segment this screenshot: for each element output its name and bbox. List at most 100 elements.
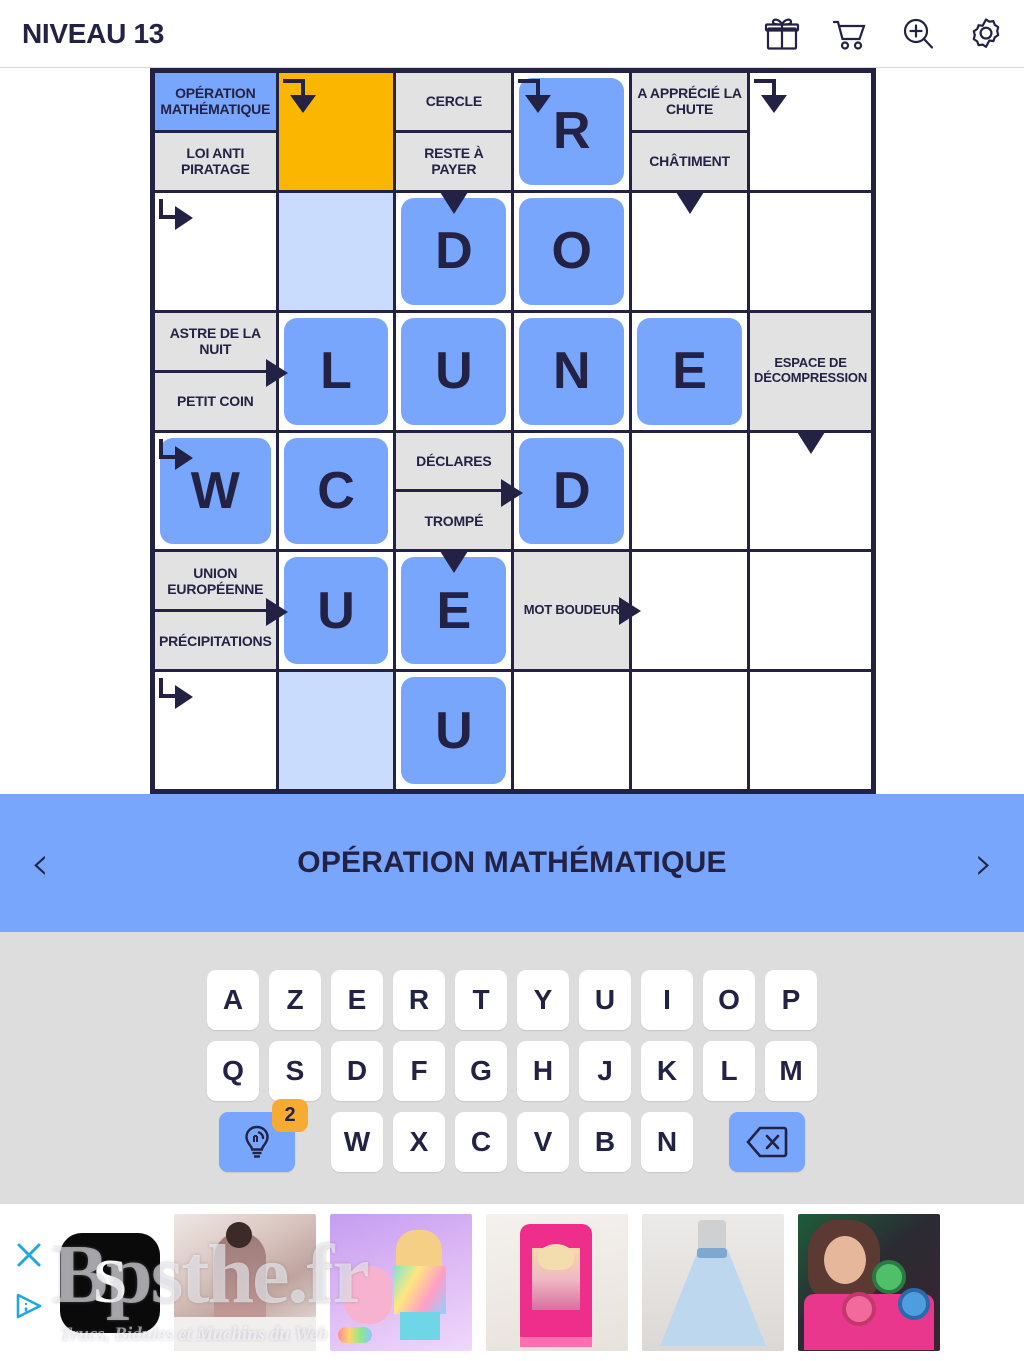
grid-highlighted-cell[interactable] (278, 672, 394, 789)
key-i[interactable]: I (641, 970, 693, 1030)
grid-letter-cell[interactable]: E (396, 551, 512, 670)
hint-button[interactable]: 2 (219, 1099, 308, 1172)
clue-text[interactable]: ESPACE DE DÉCOMPRESSION (750, 312, 871, 430)
arrow-hook-right-icon (157, 197, 199, 244)
grid-active-cell[interactable] (278, 73, 394, 190)
key-u[interactable]: U (579, 970, 631, 1030)
grid-clue-cell[interactable]: A APPRÉCIÉ LA CHUTE CHÂTIMENT (632, 73, 748, 190)
key-d[interactable]: D (331, 1041, 383, 1101)
grid-letter-cell[interactable]: O (514, 192, 630, 310)
key-o[interactable]: O (703, 970, 755, 1030)
grid-highlighted-cell[interactable] (278, 192, 394, 310)
clue-text[interactable]: ASTRE DE LA NUIT (155, 312, 276, 370)
grid-letter-cell[interactable]: N (514, 312, 630, 430)
grid-empty-cell[interactable] (750, 552, 871, 670)
keyboard-row: AZERTYUIOP (207, 970, 817, 1030)
close-icon[interactable] (14, 1240, 44, 1275)
grid-clue-cell[interactable]: CERCLE RESTE À PAYER (396, 73, 512, 190)
grid-empty-cell[interactable] (632, 432, 748, 550)
clue-text[interactable]: CHÂTIMENT (632, 132, 748, 190)
crossword-grid[interactable]: OPÉRATION MATHÉMATIQUE LOI ANTI PIRATAGE C… (155, 73, 871, 789)
clue-text[interactable]: PETIT COIN (155, 372, 276, 430)
ad-thumbnail-5[interactable] (798, 1214, 940, 1351)
cart-icon[interactable] (830, 14, 870, 54)
grid-empty-cell[interactable] (632, 552, 748, 670)
ad-thumbnail-4[interactable] (642, 1214, 784, 1351)
key-t[interactable]: T (455, 970, 507, 1030)
clue-text[interactable]: MOT BOUDEUR (514, 552, 630, 670)
key-h[interactable]: H (517, 1041, 569, 1101)
grid-empty-cell[interactable] (750, 73, 871, 190)
clue-text[interactable]: UNION EUROPÉENNE (155, 552, 276, 610)
backspace-icon (746, 1126, 788, 1158)
grid-letter-cell[interactable]: E (632, 312, 748, 430)
on-screen-keyboard[interactable]: AZERTYUIOP QSDFGHJKLM 2WXCVBN (0, 932, 1024, 1204)
grid-letter-cell[interactable]: U (278, 552, 394, 670)
prev-clue-button[interactable]: ‹ (0, 840, 80, 886)
grid-letter-cell[interactable]: C (278, 432, 394, 550)
key-x[interactable]: X (393, 1112, 445, 1172)
key-c[interactable]: C (455, 1112, 507, 1172)
grid-empty-cell[interactable] (750, 431, 871, 550)
key-v[interactable]: V (517, 1112, 569, 1172)
grid-empty-cell[interactable] (155, 672, 276, 789)
clue-text[interactable]: LOI ANTI PIRATAGE (155, 132, 276, 190)
ad-thumbnail-3[interactable] (486, 1214, 628, 1351)
grid-empty-cell[interactable] (632, 672, 748, 789)
grid-clue-cell[interactable]: OPÉRATION MATHÉMATIQUE LOI ANTI PIRATAGE (155, 73, 276, 190)
clue-text[interactable]: CERCLE (396, 73, 512, 130)
key-m[interactable]: M (765, 1041, 817, 1101)
key-e[interactable]: E (331, 970, 383, 1030)
key-f[interactable]: F (393, 1041, 445, 1101)
key-g[interactable]: G (455, 1041, 507, 1101)
zoom-in-icon[interactable] (898, 14, 938, 54)
grid-clue-cell[interactable]: MOT BOUDEUR (514, 552, 642, 670)
ad-info-icon[interactable] (14, 1291, 44, 1326)
ad-banner[interactable]: S (0, 1204, 1024, 1361)
grid-empty-cell[interactable] (155, 192, 276, 310)
letter-tile: U (283, 557, 389, 665)
gift-icon[interactable] (762, 14, 802, 54)
grid-clue-cell[interactable]: DÉCLARES TROMPÉ (396, 432, 524, 550)
grid-letter-cell[interactable]: U (396, 312, 512, 430)
grid-clue-cell[interactable]: ESPACE DE DÉCOMPRESSION (750, 312, 871, 430)
grid-clue-cell[interactable]: ASTRE DE LA NUIT PETIT COIN (155, 312, 288, 430)
key-b[interactable]: B (579, 1112, 631, 1172)
clue-text[interactable]: A APPRÉCIÉ LA CHUTE (632, 73, 748, 130)
key-p[interactable]: P (765, 970, 817, 1030)
ad-controls (0, 1204, 58, 1361)
key-l[interactable]: L (703, 1041, 755, 1101)
key-k[interactable]: K (641, 1041, 693, 1101)
grid-letter-cell[interactable]: L (278, 312, 394, 430)
key-z[interactable]: Z (269, 970, 321, 1030)
grid-letter-cell[interactable]: D (514, 432, 630, 550)
key-q[interactable]: Q (207, 1041, 259, 1101)
gear-icon[interactable] (966, 14, 1006, 54)
key-w[interactable]: W (331, 1112, 383, 1172)
clue-text[interactable]: RESTE À PAYER (396, 132, 512, 190)
clue-text[interactable]: PRÉCIPITATIONS (155, 612, 276, 670)
key-y[interactable]: Y (517, 970, 569, 1030)
key-s[interactable]: S (269, 1041, 321, 1101)
clue-text[interactable]: TROMPÉ (396, 492, 512, 550)
key-r[interactable]: R (393, 970, 445, 1030)
clue-box: ESPACE DE DÉCOMPRESSION (750, 312, 871, 430)
ad-thumbnail-2[interactable] (330, 1214, 472, 1351)
grid-letter-cell[interactable]: W (155, 432, 276, 550)
grid-letter-cell[interactable]: U (396, 672, 512, 789)
ad-thumbnail-1[interactable] (174, 1214, 316, 1351)
clue-text[interactable]: OPÉRATION MATHÉMATIQUE (155, 73, 276, 130)
next-clue-button[interactable]: › (944, 840, 1024, 886)
grid-letter-cell[interactable]: D (396, 191, 512, 310)
key-j[interactable]: J (579, 1041, 631, 1101)
key-a[interactable]: A (207, 970, 259, 1030)
grid-empty-cell[interactable] (632, 191, 748, 310)
key-n[interactable]: N (641, 1112, 693, 1172)
grid-empty-cell[interactable] (750, 672, 871, 789)
grid-empty-cell[interactable] (514, 672, 630, 789)
grid-letter-cell[interactable]: R (514, 73, 630, 190)
backspace-button[interactable] (729, 1112, 805, 1172)
clue-text[interactable]: DÉCLARES (396, 432, 512, 490)
grid-empty-cell[interactable] (750, 192, 871, 310)
grid-clue-cell[interactable]: UNION EUROPÉENNE PRÉCIPITATIONS (155, 552, 288, 670)
